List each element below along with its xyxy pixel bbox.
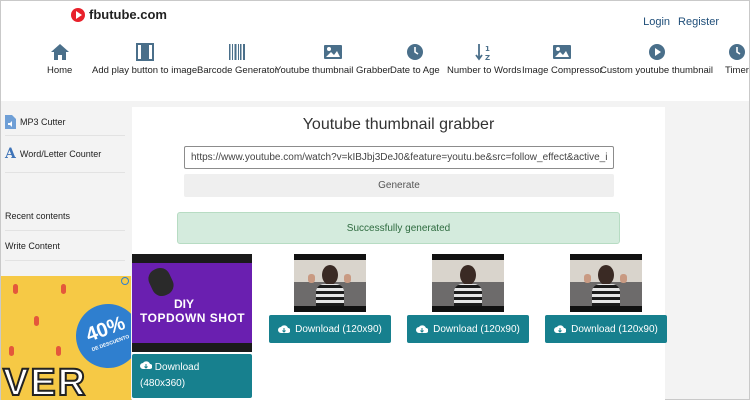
nav-custom-thumbnail[interactable]: Custom youtube thumbnail bbox=[600, 43, 713, 76]
sidebar-item-label: Word/Letter Counter bbox=[19, 149, 102, 159]
nav-timer[interactable]: Timer bbox=[725, 43, 749, 76]
person-head bbox=[322, 265, 338, 285]
nav-label: Add play button to image bbox=[92, 65, 198, 76]
thumbnail-text-line1: DIY bbox=[174, 297, 195, 311]
ad-decoration bbox=[56, 346, 61, 356]
site-logo[interactable]: fbutube.com bbox=[71, 7, 167, 22]
sidebar-write-content[interactable]: Write Content bbox=[5, 231, 125, 261]
image-icon bbox=[323, 45, 342, 59]
nav-date-to-age[interactable]: Date to Age bbox=[390, 43, 440, 76]
download-small-button[interactable]: Download (120x90) bbox=[269, 315, 391, 343]
nav-thumbnail-grabber[interactable]: Youtube thumbnail Grabber bbox=[275, 43, 391, 76]
nav-label: Custom youtube thumbnail bbox=[600, 65, 714, 76]
film-icon bbox=[135, 43, 154, 61]
play-logo-icon bbox=[71, 7, 85, 22]
nav-label: Date to Age bbox=[390, 65, 440, 76]
cloud-download-icon bbox=[278, 324, 291, 333]
thumbnail-large: DIY TOPDOWN SHOT bbox=[132, 254, 252, 352]
ad-decoration bbox=[34, 316, 39, 326]
success-alert: Successfully generated bbox=[177, 212, 620, 244]
ad-info-icon[interactable] bbox=[121, 277, 129, 285]
nav-add-play-button[interactable]: Add play button to image bbox=[92, 43, 197, 76]
cloud-download-icon bbox=[416, 324, 429, 333]
download-label: Download (120x90) bbox=[433, 323, 520, 335]
letterbox-bar bbox=[294, 254, 366, 260]
download-label: Download (120x90) bbox=[571, 323, 658, 335]
sort-numeric-icon: 1Z bbox=[475, 44, 490, 61]
ad-decoration bbox=[9, 346, 14, 356]
letter-a-icon: A bbox=[5, 146, 16, 162]
ad-decoration bbox=[61, 284, 66, 294]
nav-label: Barcode Generator bbox=[197, 65, 278, 76]
nav-label: Home bbox=[47, 65, 73, 76]
person-body bbox=[316, 284, 344, 306]
image-icon bbox=[553, 45, 572, 59]
person-head bbox=[460, 265, 476, 285]
download-small-button[interactable]: Download (120x90) bbox=[407, 315, 529, 343]
letterbox-bar bbox=[570, 306, 642, 312]
person-hand bbox=[308, 274, 315, 283]
ad-word: VER bbox=[2, 361, 88, 400]
letterbox-bar bbox=[432, 306, 504, 312]
thumbnail-small bbox=[432, 254, 504, 312]
thumbnail-small bbox=[294, 254, 366, 312]
person-body bbox=[592, 284, 620, 306]
clock-icon bbox=[406, 44, 423, 60]
thumbnail-small bbox=[570, 254, 642, 312]
url-input[interactable] bbox=[184, 146, 614, 169]
nav-image-compressor[interactable]: Image Compressor bbox=[522, 43, 603, 76]
nav-label: Timer bbox=[725, 65, 749, 76]
sidebar-item-label: MP3 Cutter bbox=[20, 117, 66, 127]
audio-file-icon bbox=[5, 115, 16, 129]
auth-links: Login Register bbox=[643, 16, 719, 28]
barcode-icon bbox=[229, 44, 246, 60]
play-circle-icon bbox=[648, 44, 665, 60]
sidebar-recent-contents[interactable]: Recent contents bbox=[5, 201, 125, 231]
tool-nav: Home Add play button to image Barcode Ge… bbox=[1, 43, 750, 79]
download-small-button[interactable]: Download (120x90) bbox=[545, 315, 667, 343]
register-link[interactable]: Register bbox=[678, 16, 719, 28]
page-title: Youtube thumbnail grabber bbox=[302, 116, 495, 133]
advertisement[interactable]: 40% DE DESCUENTO VER bbox=[1, 276, 131, 400]
nav-label: Youtube thumbnail Grabber bbox=[275, 65, 391, 76]
person-hand bbox=[584, 274, 591, 283]
sidebar-item-mp3-cutter[interactable]: MP3 Cutter bbox=[5, 109, 125, 136]
nav-label: Image Compressor bbox=[522, 65, 603, 76]
nav-number-to-words[interactable]: 1Z Number to Words bbox=[447, 43, 521, 76]
person-body bbox=[454, 284, 482, 306]
person-head bbox=[598, 265, 614, 285]
sidebar: MP3 Cutter A Word/Letter Counter Recent … bbox=[5, 109, 125, 261]
nav-label: Number to Words bbox=[447, 65, 522, 76]
cloud-download-icon bbox=[554, 324, 567, 333]
brand-name: fbutube.com bbox=[89, 7, 167, 22]
clock-icon bbox=[728, 44, 745, 60]
person-hand bbox=[344, 274, 351, 283]
letterbox-bar bbox=[432, 254, 504, 260]
download-label: Download bbox=[154, 362, 200, 373]
download-label: Download (120x90) bbox=[295, 323, 382, 335]
nav-home[interactable]: Home bbox=[47, 43, 72, 76]
nav-barcode-generator[interactable]: Barcode Generator bbox=[197, 43, 278, 76]
download-size: (480x360) bbox=[140, 378, 186, 389]
login-link[interactable]: Login bbox=[643, 16, 670, 28]
person-hand bbox=[620, 274, 627, 283]
letterbox-bar bbox=[570, 254, 642, 260]
letterbox-bar bbox=[294, 306, 366, 312]
cloud-download-icon bbox=[140, 361, 152, 369]
thumbnail-text-line2: TOPDOWN SHOT bbox=[140, 311, 246, 325]
sidebar-item-word-counter[interactable]: A Word/Letter Counter bbox=[5, 136, 125, 173]
generate-button[interactable]: Generate bbox=[184, 174, 614, 197]
svg-text:Z: Z bbox=[485, 54, 490, 61]
home-icon bbox=[50, 44, 69, 60]
ad-decoration bbox=[13, 284, 18, 294]
svg-text:1: 1 bbox=[485, 45, 490, 53]
download-large-button[interactable]: Download (480x360) bbox=[132, 354, 252, 398]
